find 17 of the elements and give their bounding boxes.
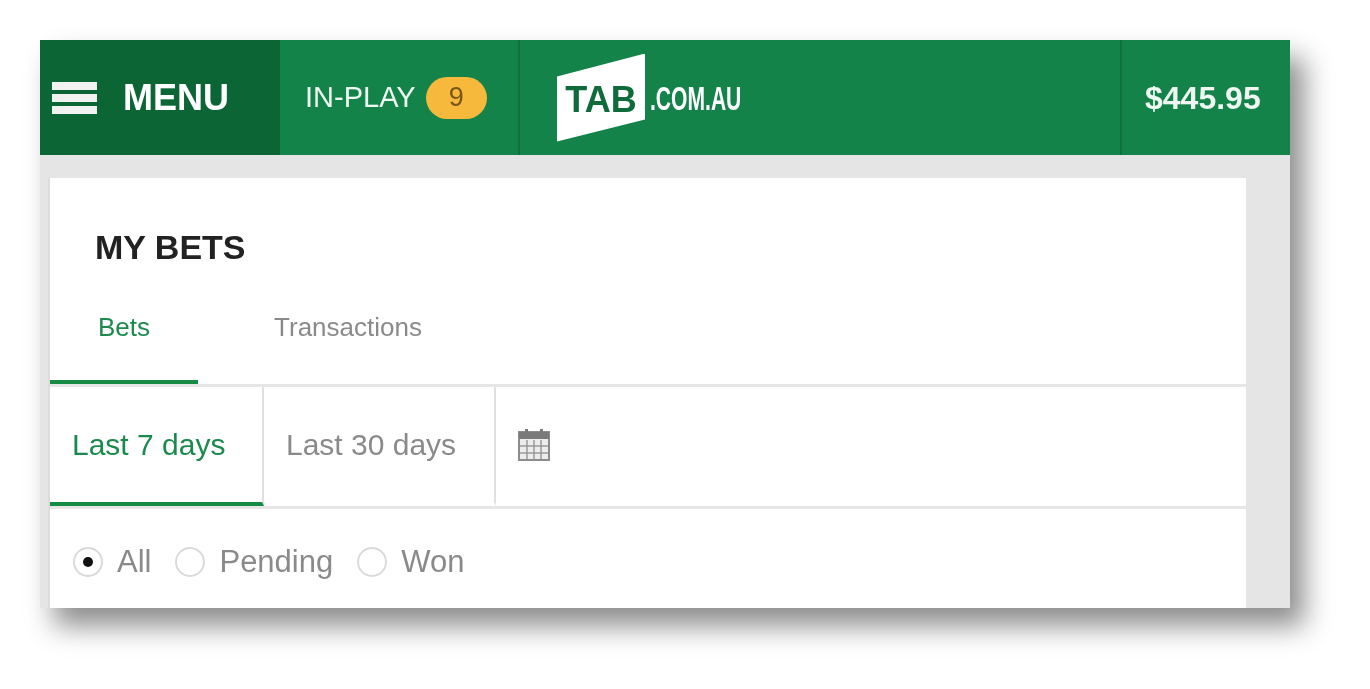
radio-button[interactable] [175,546,206,577]
page-title: MY BETS [95,230,246,264]
date-range-tab[interactable]: Last 7 days [50,387,264,506]
logo-domain: .COM.AU [650,80,742,115]
menu-button[interactable]: MENU [40,40,280,155]
radio-label: Pending [219,546,334,577]
radio-label: Won [401,546,465,577]
radio-label: All [117,546,152,577]
menu-icon [52,81,97,114]
tab[interactable]: Transactions [198,284,498,384]
radio-button[interactable] [73,546,103,577]
count-badge: 9 [425,76,487,119]
calendar-icon [518,428,550,461]
radio-button[interactable] [357,546,388,577]
tab[interactable]: Bets [50,284,198,384]
date-range-tab[interactable]: Last 30 days [264,387,496,506]
logo-mark[interactable]: TAB [557,53,645,142]
